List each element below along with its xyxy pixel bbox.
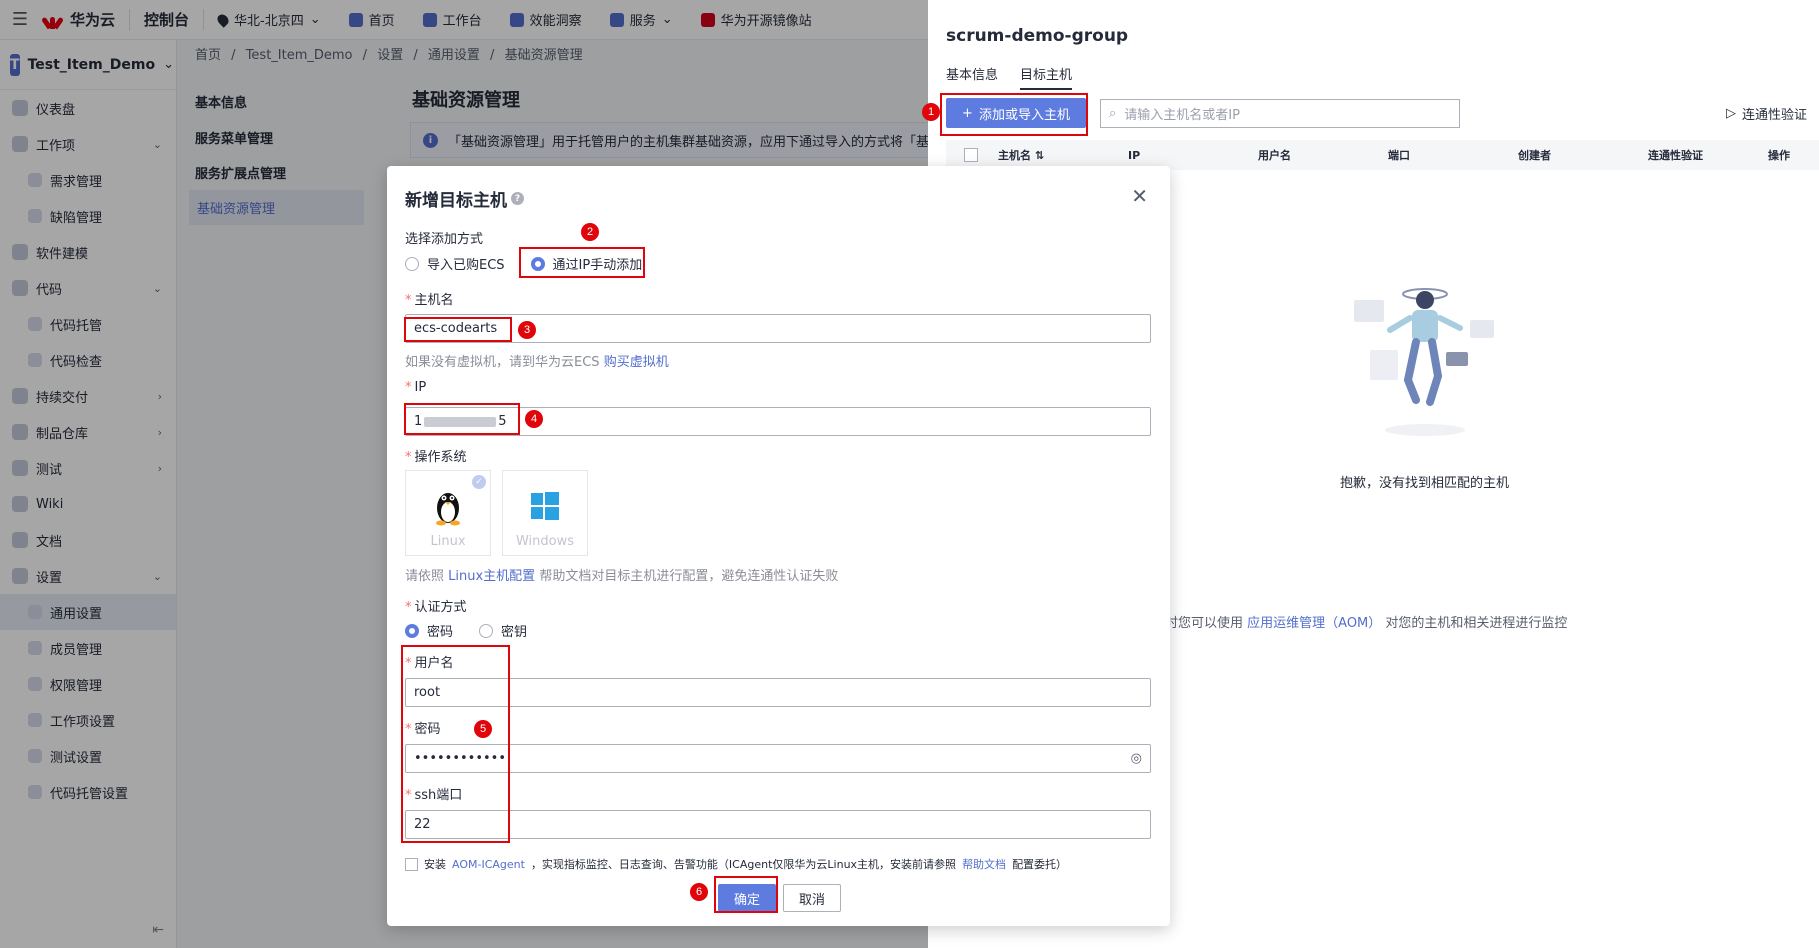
ssh-port-input[interactable]: 22 (405, 810, 1151, 839)
eye-off-icon[interactable]: ◎ (1131, 751, 1142, 766)
col-connectivity: 连通性验证 (1648, 149, 1703, 162)
os-hint-suffix: 帮助文档对目标主机进行配置，避免连通性认证失败 (539, 569, 839, 584)
os-windows-label: Windows (515, 534, 575, 549)
drawer-title: scrum-demo-group (946, 26, 1129, 46)
annotation-box-6 (714, 876, 778, 913)
col-hostname[interactable]: 主机名 ⇅ (998, 147, 1128, 163)
col-port: 端口 (1388, 149, 1410, 162)
annotation-badge-2: 2 (581, 223, 599, 241)
ip-label-text: IP (414, 380, 427, 395)
hostname-input[interactable]: ecs-codearts (405, 314, 1151, 343)
annotation-badge-1: 1 (922, 103, 940, 121)
aom-tip-prefix: 时您可以使用 (1165, 616, 1244, 631)
annotation-box-5 (401, 645, 510, 843)
close-icon[interactable]: ✕ (1131, 184, 1148, 208)
col-username: 用户名 (1258, 149, 1291, 162)
tab-target-hosts[interactable]: 目标主机 (1020, 64, 1073, 90)
play-icon: ▷ (1725, 106, 1736, 121)
install-agent-checkbox[interactable] (405, 857, 418, 871)
dialog-title-text: 新增目标主机 (405, 191, 507, 211)
empty-state-text: 抱歉，没有找到相匹配的主机 (1340, 476, 1510, 491)
sort-icon: ⇅ (1034, 149, 1045, 162)
annotation-box-1 (940, 93, 1088, 136)
help-icon[interactable]: ? (511, 192, 524, 205)
annotation-badge-5: 5 (474, 720, 492, 738)
ip-label: * IP (405, 380, 427, 395)
hostname-hint-text: 如果没有虚拟机，请到华为云ECS (405, 355, 600, 370)
drawer-tabs: 基本信息 目标主机 (946, 64, 1073, 90)
annotation-badge-4: 4 (525, 410, 543, 428)
auth-radio-group: 密码 密钥 (405, 621, 527, 640)
radio-circle (479, 623, 494, 638)
username-input[interactable]: root (405, 678, 1151, 707)
install-prefix: 安装 (424, 858, 446, 871)
aom-tip-suffix: 对您的主机和相关进程进行监控 (1385, 616, 1568, 631)
col-actions: 操作 (1768, 149, 1790, 162)
buy-vm-link[interactable]: 购买虚拟机 (604, 355, 669, 370)
tab-basic-info[interactable]: 基本信息 (946, 64, 998, 90)
radio-auth-password[interactable]: 密码 (405, 621, 453, 640)
install-suffix: 配置委托） (1012, 858, 1068, 871)
aom-link[interactable]: 应用运维管理（AOM） (1247, 616, 1381, 631)
hostname-hint: 如果没有虚拟机，请到华为云ECS 购买虚拟机 (405, 351, 669, 370)
connectivity-check-button[interactable]: ▷ 连通性验证 (1726, 104, 1807, 123)
os-label: * 操作系统 (405, 450, 467, 465)
annotation-box-2 (519, 247, 645, 278)
empty-state-illustration (1354, 288, 1494, 436)
annotation-badge-3: 3 (518, 321, 536, 339)
password-input[interactable]: •••••••••••• ◎ (405, 744, 1151, 773)
os-card-linux[interactable]: ✓ Linux (405, 470, 491, 556)
annotation-box-3 (404, 317, 512, 342)
col-hostname-label: 主机名 (998, 149, 1031, 162)
radio-auth-key[interactable]: 密钥 (479, 621, 527, 640)
os-card-windows[interactable]: Windows (502, 470, 588, 556)
radio-import-ecs[interactable]: 导入已购ECS (405, 254, 505, 273)
icagent-link[interactable]: AOM-ICAgent (452, 858, 525, 871)
search-icon: ⌕ (1109, 106, 1117, 121)
linux-config-link[interactable]: Linux主机配置 (448, 569, 535, 584)
help-doc-link[interactable]: 帮助文档 (962, 856, 1006, 872)
install-agent-option: 安装 AOM-ICAgent ，实现指标监控、日志查询、告警功能（ICAgent… (405, 856, 1067, 872)
cancel-button[interactable]: 取消 (783, 884, 841, 912)
host-search-placeholder: 请输入主机名或者IP (1124, 108, 1240, 123)
radio-circle (405, 256, 419, 271)
radio-auth-password-label: 密码 (427, 625, 454, 640)
dialog-title: 新增目标主机 ? (405, 186, 524, 211)
col-creator: 创建者 (1518, 149, 1551, 162)
windows-logo-icon (531, 492, 559, 520)
os-label-text: 操作系统 (414, 450, 467, 465)
hostname-label: * 主机名 (405, 293, 454, 308)
add-mode-label: 选择添加方式 (405, 232, 484, 247)
col-ip: IP (1128, 148, 1141, 162)
connectivity-check-label: 连通性验证 (1741, 108, 1807, 123)
host-search-input[interactable]: ⌕ 请输入主机名或者IP (1100, 99, 1460, 128)
os-hint: 请依照 Linux主机配置 帮助文档对目标主机进行配置，避免连通性认证失败 (405, 565, 838, 584)
auth-label: * 认证方式 (405, 600, 467, 615)
linux-penguin-icon (436, 493, 460, 526)
auth-label-text: 认证方式 (414, 600, 467, 615)
select-all-checkbox[interactable] (964, 148, 978, 162)
radio-auth-key-label: 密钥 (501, 625, 528, 640)
os-linux-label: Linux (430, 534, 466, 549)
annotation-badge-6: 6 (690, 883, 708, 901)
radio-circle-selected (405, 623, 419, 638)
hostname-label-text: 主机名 (414, 293, 454, 308)
annotation-box-4 (404, 403, 520, 435)
radio-import-ecs-label: 导入已购ECS (427, 258, 505, 273)
os-hint-prefix: 请依照 (405, 569, 445, 584)
aom-tip: 时您可以使用 应用运维管理（AOM） 对您的主机和相关进程进行监控 (1165, 612, 1567, 631)
check-icon: ✓ (472, 475, 486, 489)
install-description: ，实现指标监控、日志查询、告警功能（ICAgent仅限华为云Linux主机，安装… (530, 858, 957, 871)
